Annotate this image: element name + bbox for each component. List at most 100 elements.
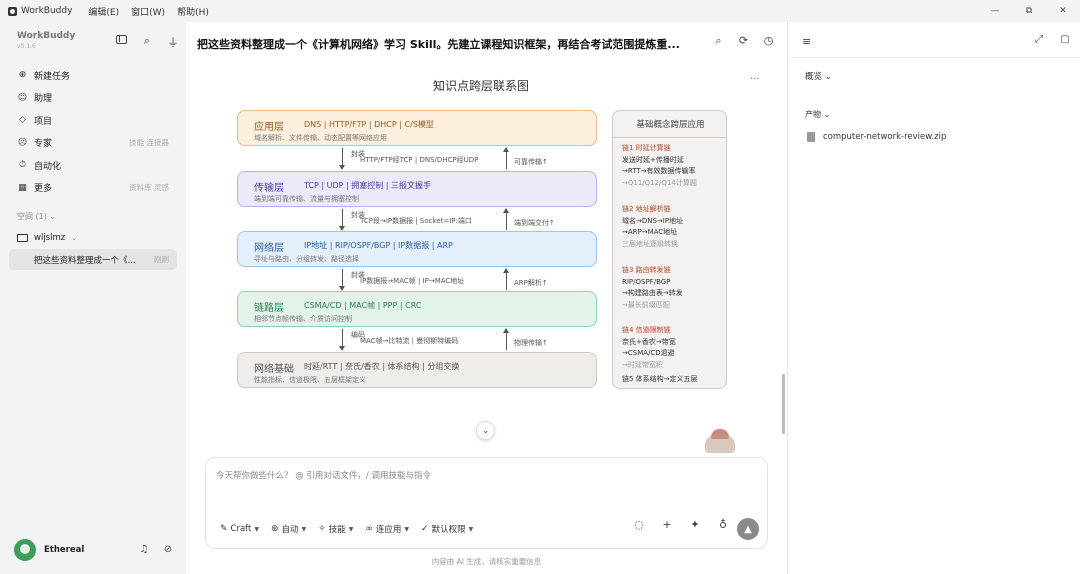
scroll-down-button[interactable]: ⌄ (476, 421, 495, 440)
right-panel: ≡ ⤢ ▢ 概览 ⌄ 产物 ⌄ computer-network-review.… (787, 22, 1080, 574)
concept-chain: 链1 时延计算链 发送时延+传播时延 →RTT→有效数据传输率 →Q11/Q12… (622, 143, 697, 189)
ai-disclaimer: 内容由 AI 生成，请核实重要信息 (431, 557, 542, 566)
restore-icon[interactable]: ⧉ (1012, 0, 1046, 22)
transition-up-label: 端到端交付↑ (514, 219, 555, 227)
layer-name: 应用层 (254, 122, 284, 133)
chain-line: →RTT→有效数据传输率 (622, 167, 696, 175)
space-section-label[interactable]: 空间 (1) ⌄ (17, 211, 56, 222)
chain-head: 链3 路由转发链 (622, 266, 671, 274)
chevron-down-icon: ▼ (468, 525, 474, 533)
send-button[interactable]: ▲ (737, 518, 759, 540)
layer-fundamentals: 网络基础 时延/RTT | 奈氏/香农 | 体系结构 | 分组交换 性能指标、信… (237, 352, 597, 388)
divider (788, 57, 1080, 58)
workspace-folder[interactable]: wljslmz ⌄ (17, 233, 77, 243)
chevron-down-icon: ▼ (348, 525, 354, 533)
concept-chain: 链4 信道限制链 奈氏+香农→带宽 →CSMA/CD退避 →时延带宽积 (622, 325, 676, 371)
menu-window[interactable]: 窗口(W) (131, 5, 165, 18)
mascot-hat (711, 429, 729, 439)
chain-line: 链5 体系结构→定义五层 (622, 375, 698, 383)
chat-item-time: 刚刚 (154, 255, 169, 264)
permissions-button[interactable]: ✓ 默认权限 ▼ (421, 523, 473, 535)
panel-toggle-icon[interactable]: ▢ (1052, 34, 1078, 45)
layer-name: 网络层 (254, 243, 284, 254)
search-icon[interactable]: ⌕ (134, 34, 160, 50)
message-input[interactable]: 今天帮你做些什么？ @ 引用对话文件，/ 调用技能与指令 (216, 469, 431, 481)
tool-label: 自动 (281, 525, 299, 535)
sidebar-item-label: 更多 (34, 184, 53, 195)
sidebar-brand: WorkBuddy (17, 31, 76, 41)
auto-icon: ⊛ (271, 524, 279, 534)
chain-line: →ARP→MAC地址 (622, 228, 678, 236)
chain-note: 三层地址逐级转换 (622, 239, 678, 248)
menu-help[interactable]: 帮助(H) (177, 5, 209, 18)
tool-label: 技能 (328, 525, 346, 535)
sidebar-item-label: 助理 (34, 94, 53, 105)
auto-mode-button[interactable]: ⊛ 自动 ▼ (271, 523, 306, 535)
chevron-down-icon: ▼ (254, 525, 259, 533)
tool-label: 默认权限 (431, 525, 466, 535)
composer: 今天帮你做些什么？ @ 引用对话文件，/ 调用技能与指令 ✎ Craft ▼ ⊛… (205, 457, 768, 549)
pen-icon: ✎ (220, 524, 228, 534)
menu-icon[interactable]: ≡ (802, 35, 811, 48)
right-panel-tools: ⤢ ▢ (1026, 34, 1078, 45)
close-icon[interactable]: ✕ (1046, 0, 1080, 22)
down-arrow-icon (339, 269, 345, 291)
expert-icon: ☹ (17, 137, 28, 148)
minimize-icon[interactable]: — (978, 0, 1012, 22)
diagram-title: 知识点跨层联系图 (433, 79, 530, 93)
chain-line: →构建路由表→转发 (622, 289, 683, 297)
loading-icon: ◌ (634, 518, 644, 531)
layer-desc: 性能指标、信道极限、五层框架定义 (254, 376, 366, 384)
layer-application: 应用层 DNS | HTTP/FTP | DHCP | C/S模型 域名解析、文… (237, 110, 597, 146)
craft-mode-button[interactable]: ✎ Craft ▼ (220, 524, 259, 534)
layer-tags: TCP | UDP | 拥塞控制 | 三报文握手 (304, 181, 432, 190)
sidebar-item-new-task[interactable]: ⊕ 新建任务 (0, 64, 186, 87)
scrollbar[interactable] (782, 374, 785, 434)
file-icon (807, 132, 815, 142)
sidebar-item-assistant[interactable]: ☺ 助理 (0, 87, 186, 110)
layout-toggle-icon[interactable] (108, 34, 134, 50)
user-profile[interactable]: Ethereal (14, 539, 84, 561)
filter-icon[interactable]: ⏚ (160, 34, 186, 50)
skills-button[interactable]: ✧ 技能 ▼ (318, 523, 353, 535)
overview-section[interactable]: 概览 ⌄ (805, 70, 832, 82)
sparkle-icon[interactable]: ✦ (681, 518, 709, 531)
search-icon[interactable]: ⌕ (706, 34, 731, 48)
avatar (14, 539, 36, 561)
layer-tags: CSMA/CD | MAC帧 | PPP | CRC (304, 301, 422, 310)
transition-middle-label: IP数据报→MAC帧 | IP→MAC地址 (360, 277, 465, 285)
sidebar-item-label: 项目 (34, 116, 53, 127)
sidebar-item-automation[interactable]: ⏱ 自动化 (0, 154, 186, 177)
workspace-name: wljslmz (34, 233, 66, 243)
menu-edit[interactable]: 编辑(E) (88, 5, 119, 18)
assistant-icon: ☺ (17, 92, 28, 103)
concept-chain: 链2 地址解析链 域名→DNS→IP地址 →ARP→MAC地址 三层地址逐级转换 (622, 204, 683, 250)
compass-icon[interactable]: ⊘ (156, 544, 180, 555)
plus-circle-icon: ⊕ (18, 70, 27, 81)
output-file[interactable]: computer-network-review.zip (807, 132, 946, 142)
outputs-section[interactable]: 产物 ⌄ (805, 109, 830, 120)
down-arrow-icon (339, 209, 345, 231)
user-tools: ♫ ⊘ (132, 544, 180, 555)
layer-tags: IP地址 | RIP/OSPF/BGP | IP数据报 | ARP (304, 241, 453, 250)
connect-apps-button[interactable]: ∞ 连应用 ▼ (365, 523, 409, 535)
expand-icon[interactable]: ⤢ (1026, 34, 1052, 45)
more-options-icon[interactable]: ··· (750, 74, 760, 85)
layer-transition: 封装 HTTP/FTP经TCP | DNS/DHCP经UDP 可靠传输↑ (237, 146, 597, 171)
concept-chain: 链5 体系结构→定义五层 (622, 374, 698, 386)
sidebar-item-projects[interactable]: ◇ 项目 (0, 109, 186, 132)
microphone-icon[interactable]: ♁ (709, 518, 737, 531)
bell-icon[interactable]: ♫ (132, 544, 156, 555)
chevron-down-icon: ⌄ (71, 234, 78, 242)
transition-middle-label: TCP段→IP数据报 | Socket=IP:端口 (360, 217, 472, 225)
menubar: WorkBuddy 编辑(E) 窗口(W) 帮助(H) — ⧉ ✕ (0, 0, 1080, 22)
chat-list-item[interactable]: 把这些资料整理成一个《... 刚刚 (9, 249, 177, 270)
user-name: Ethereal (44, 545, 85, 555)
share-icon[interactable]: ⟳ (731, 34, 756, 48)
layer-name: 传输层 (254, 183, 284, 194)
sidebar-item-hint: 资料库 灵感 (129, 183, 169, 193)
sidebar-item-more[interactable]: ▦ 更多 资料库 灵感 (0, 177, 186, 200)
sidebar-item-experts[interactable]: ☹ 专家 技能 连接器 (0, 132, 186, 155)
history-icon[interactable]: ◷ (756, 34, 781, 48)
add-icon[interactable]: + (653, 518, 681, 531)
